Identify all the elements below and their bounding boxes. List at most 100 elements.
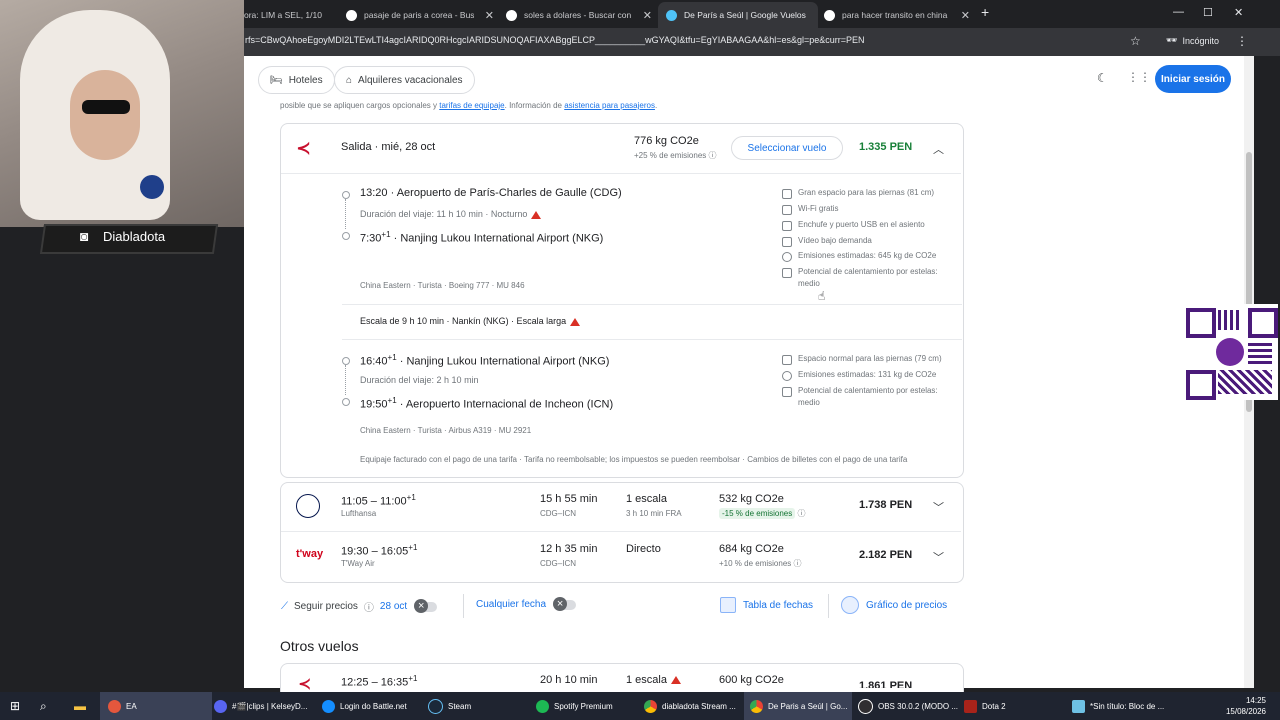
expanded-flight-card — [280, 123, 964, 478]
result-route: CDG–ICN — [540, 559, 577, 568]
vacation-rentals-button[interactable]: ⌂ Alquileres vacacionales — [334, 66, 475, 94]
taskbar-battlenet[interactable]: Login do Battle.net — [322, 692, 407, 720]
any-date-toggle[interactable] — [553, 596, 577, 611]
taskbar-label: Steam — [448, 701, 472, 711]
amenity-contrails: Potencial de calentamiento por estelas: … — [782, 385, 952, 409]
amenity-text: Emisiones estimadas: 645 kg de CO2e — [798, 251, 937, 260]
result-emissions: 684 kg CO2e — [719, 543, 784, 555]
qr-corner — [1186, 308, 1216, 338]
seg2-arrival: 19:50+1 · Aeropuerto Internacional de In… — [360, 396, 614, 411]
tab-title: para hacer transito en china co — [842, 10, 950, 20]
result-duration: 12 h 35 min — [540, 543, 598, 555]
webcam-overlay — [0, 0, 244, 227]
price-graph-label: Gráfico de precios — [866, 599, 948, 611]
hotels-label: Hoteles — [288, 74, 323, 86]
result-stops: 1 escala — [626, 674, 681, 686]
steam-icon — [428, 698, 443, 714]
flights-icon — [666, 9, 677, 21]
info-icon[interactable]: ⓘ — [364, 599, 374, 614]
taskbar-obs[interactable]: OBS 30.0.2 (MODO ... — [858, 692, 958, 720]
taskbar-discord[interactable]: #🎬|clips | KelseyD... — [214, 692, 307, 720]
close-icon[interactable]: ✕ — [643, 9, 652, 22]
close-icon[interactable]: ✕ — [333, 9, 334, 22]
tab-title: De París a Seúl | Google Vuelos — [684, 10, 806, 20]
streamer-face — [70, 70, 140, 160]
amenity-emissions: Emisiones estimadas: 131 kg de CO2e — [782, 369, 952, 381]
result-emissions: 532 kg CO2e — [719, 493, 784, 505]
seg2-arr-time: 19:50 — [360, 398, 388, 411]
track-date-toggle[interactable] — [414, 598, 438, 613]
seg2-arr-airport: Aeropuerto Internacional de Incheon (ICN… — [405, 398, 614, 411]
taskbar-ea[interactable]: EA — [100, 692, 212, 720]
emissions-pct: +25 % de emisiones ⓘ — [634, 150, 717, 161]
day-offset: +1 — [406, 493, 416, 502]
tab-1[interactable]: ora: LIM a SEL, 1/10 ✕ — [244, 4, 334, 26]
windows-start-icon[interactable]: ⊞ — [10, 692, 20, 720]
seg2-departure: 16:40+1 · Nanjing Lukou International Ai… — [360, 353, 610, 368]
track-prices[interactable]: ⟋ Seguir precios ⓘ 28 oct — [281, 598, 438, 614]
track-prices-label: Seguir precios — [294, 601, 358, 612]
menu-kebab-icon[interactable]: ⋮ — [1236, 34, 1248, 48]
chevron-up-icon[interactable]: ︿ — [933, 141, 944, 157]
chevron-down-icon[interactable]: ﹀ — [933, 549, 944, 565]
chrome-icon — [644, 699, 657, 713]
taskbar-dota2[interactable]: Dota 2 — [964, 692, 1006, 720]
hotels-button[interactable]: 🛏 Hoteles — [258, 66, 335, 94]
amenity-text: Emisiones estimadas: 131 kg de CO2e — [798, 370, 937, 379]
taskbar-chrome-stream[interactable]: diabladota Stream ... — [644, 692, 736, 720]
emissions-pct-text: +25 % de emisiones — [634, 151, 707, 160]
baggage-notice: posible que se apliquen cargos opcionale… — [280, 101, 657, 110]
dark-mode-icon[interactable]: ☾ — [1097, 71, 1108, 85]
price-graph-button[interactable]: Gráfico de precios — [841, 596, 947, 614]
chevron-down-icon[interactable]: ﹀ — [933, 499, 944, 515]
seg1-arr-time: 7:30 — [360, 232, 382, 245]
info-icon[interactable]: ⓘ — [709, 151, 717, 160]
incognito-indicator[interactable]: 🕶 Incógnito — [1166, 35, 1219, 46]
taskbar-spotify[interactable]: Spotify Premium — [536, 692, 613, 720]
track-date-label: 28 oct — [379, 601, 408, 612]
url-text[interactable]: rfs=CBwQAhoeEgoyMDI2LTEwLTI4agcIARIDQ0RH… — [245, 35, 865, 45]
qr-corner — [1248, 308, 1278, 338]
tab-active-google-flights[interactable]: De París a Seúl | Google Vuelos ✕ — [658, 2, 818, 28]
tab-3[interactable]: soles a dolares - Buscar con Go ✕ — [506, 4, 652, 26]
taskbar-notepad[interactable]: *Sin título: Bloc de ... — [1072, 692, 1164, 720]
search-icon[interactable]: ⌕ — [40, 692, 47, 720]
taskbar-label: De Paris a Seúl | Go... — [768, 701, 848, 711]
result-emissions: 600 kg CO2e — [719, 674, 784, 686]
close-icon[interactable]: ✕ — [961, 9, 970, 22]
sign-in-button[interactable]: Iniciar sesión — [1155, 65, 1231, 93]
bookmark-star-icon[interactable]: ☆ — [1130, 34, 1141, 48]
baggage-fees-link[interactable]: tarifas de equipaje — [439, 101, 504, 110]
close-icon[interactable]: ✕ — [817, 9, 818, 22]
maximize-button[interactable]: ☐ — [1203, 6, 1213, 19]
timeline-line — [345, 365, 346, 395]
taskbar-chrome-flights[interactable]: De Paris a Seúl | Go... — [744, 692, 852, 720]
close-icon[interactable]: ✕ — [485, 9, 494, 22]
select-flight-button[interactable]: Seleccionar vuelo — [731, 136, 843, 160]
close-window-button[interactable]: ✕ — [1234, 6, 1243, 19]
seat-icon — [782, 189, 792, 199]
date-grid-button[interactable]: Tabla de fechas — [720, 597, 813, 613]
any-date-toggle-row[interactable]: Cualquier fecha — [476, 596, 577, 611]
mouse-cursor-icon: ☝ — [818, 289, 826, 303]
times-text: 19:30 – 16:05 — [341, 545, 409, 558]
day-offset: +1 — [408, 674, 418, 683]
passenger-assistance-link[interactable]: asistencia para pasajeros — [564, 101, 655, 110]
result-emissions-pct: +10 % de emisiones ⓘ — [719, 558, 802, 569]
minimize-button[interactable]: — — [1173, 6, 1184, 18]
file-explorer-icon[interactable]: ▬ — [74, 692, 86, 720]
tab-5[interactable]: para hacer transito en china co ✕ — [824, 4, 970, 26]
overnight-label: Nocturno — [490, 209, 528, 219]
contrail-icon — [782, 268, 792, 278]
clock-time: 14:25 — [1245, 696, 1266, 705]
new-tab-button[interactable]: + — [981, 4, 989, 20]
seat-icon — [782, 355, 792, 365]
notice-text: . Información de — [504, 101, 562, 110]
info-icon[interactable]: ⓘ — [798, 509, 806, 518]
system-clock[interactable]: 14:25 15/08/2026 — [1206, 695, 1266, 717]
tab-2[interactable]: pasaje de paris a corea - Buscar ✕ — [346, 4, 494, 26]
taskbar-steam[interactable]: Steam — [428, 692, 471, 720]
result-airline: Lufthansa — [341, 509, 377, 518]
amenity-video: Vídeo bajo demanda — [782, 235, 952, 247]
info-icon[interactable]: ⓘ — [794, 559, 802, 568]
